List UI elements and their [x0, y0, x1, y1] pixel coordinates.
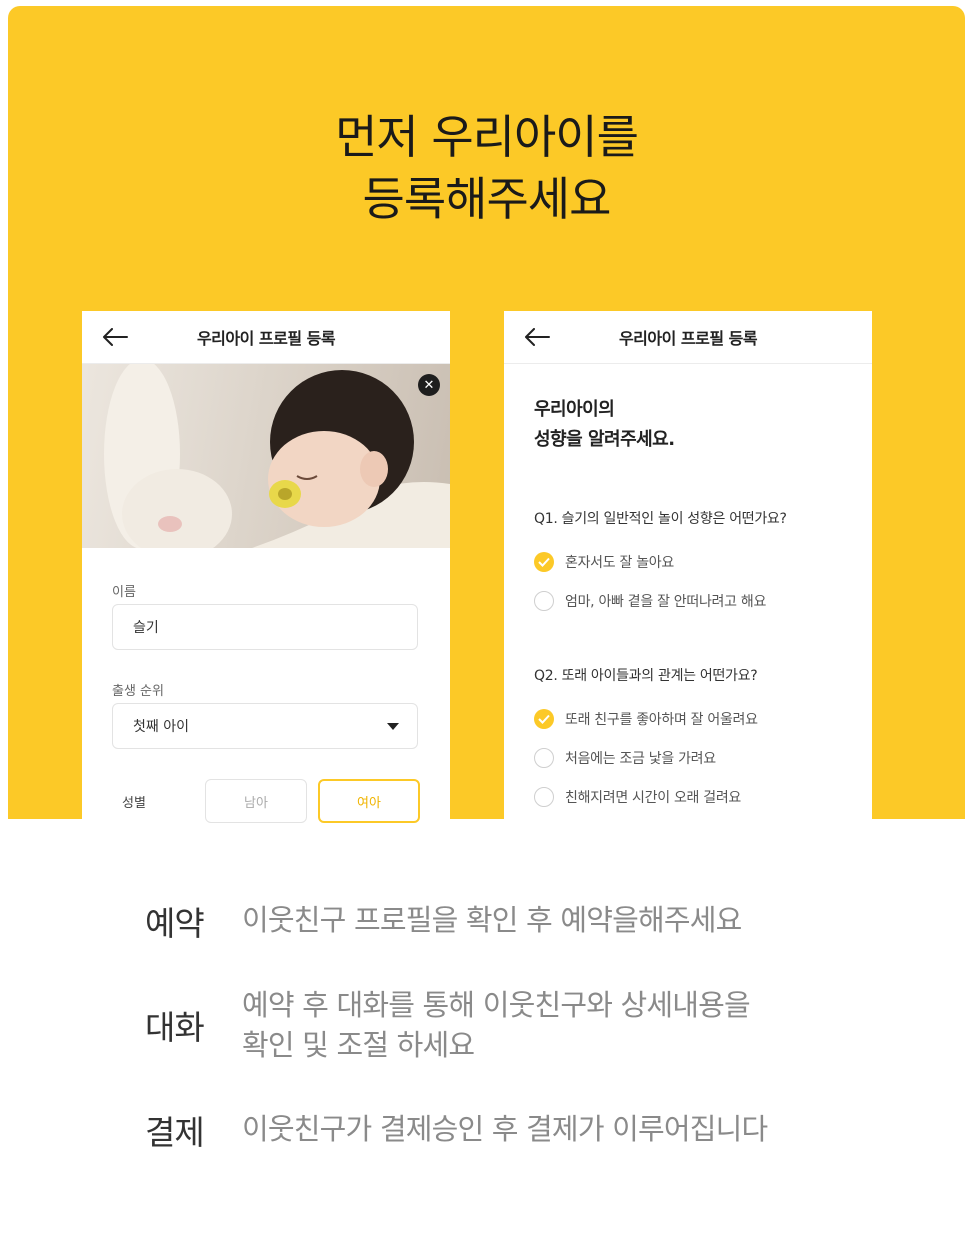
- q2-option-2[interactable]: 처음에는 조금 낯을 가려요: [534, 748, 716, 768]
- step-description-line-1: 이웃친구 프로필을 확인 후 예약을해주세요: [242, 903, 742, 937]
- q2-option-1[interactable]: 또래 친구를 좋아하며 잘 어울려요: [534, 709, 758, 729]
- option-label: 처음에는 조금 낯을 가려요: [565, 751, 716, 767]
- step-key: 대화: [145, 1008, 205, 1047]
- step-description-line-1: 예약 후 대화를 통해 이웃친구와 상세내용을: [242, 988, 751, 1022]
- radio-empty-icon: [534, 591, 554, 611]
- headline-line-2: 등록해주세요: [362, 172, 612, 226]
- name-input[interactable]: 슬기: [112, 604, 418, 650]
- chevron-down-icon: [387, 723, 399, 730]
- question-2: Q2. 또래 아이들과의 관계는 어떤가요?: [534, 668, 758, 684]
- step-key: 결제: [145, 1113, 205, 1152]
- app-title: 우리아이 프로필 등록: [196, 329, 336, 348]
- profile-screen: 우리아이 프로필 등록 ✕ 이름 슬기 출생 순위 첫째 아이 성별 남아 여아: [82, 311, 450, 831]
- option-label: 혼자서도 잘 놀아요: [565, 555, 674, 571]
- headline-line-1: 먼저 우리아이를: [335, 110, 639, 164]
- step-payment: 결제 이웃친구가 결제승인 후 결제가 이루어집니다: [145, 1106, 768, 1154]
- q1-option-2[interactable]: 엄마, 아빠 곁을 잘 안떠나려고 해요: [534, 591, 766, 611]
- step-description-line-1: 이웃친구가 결제승인 후 결제가 이루어집니다: [242, 1112, 768, 1146]
- option-label: 친해지려면 시간이 오래 걸려요: [565, 790, 741, 806]
- sleeping-baby-image: [104, 364, 450, 548]
- app-header: 우리아이 프로필 등록: [504, 311, 872, 364]
- step-description: 이웃친구가 결제승인 후 결제가 이루어집니다: [242, 1106, 768, 1154]
- option-label: 또래 친구를 좋아하며 잘 어울려요: [565, 712, 758, 728]
- personality-screen: 우리아이 프로필 등록 우리아이의 성향을 알려주세요. Q1. 슬기의 일반적…: [504, 311, 872, 831]
- step-reservation: 예약 이웃친구 프로필을 확인 후 예약을해주세요: [145, 897, 742, 945]
- heading-line-1: 우리아이의: [534, 399, 615, 420]
- birth-order-label: 출생 순위: [112, 684, 164, 699]
- arrow-left-icon: [103, 328, 128, 346]
- step-chat: 대화 예약 후 대화를 통해 이웃친구와 상세내용을 확인 및 조절 하세요: [145, 985, 751, 1065]
- back-button[interactable]: [522, 324, 552, 350]
- arrow-left-icon: [525, 328, 550, 346]
- radio-empty-icon: [534, 748, 554, 768]
- step-description-line-2: 확인 및 조절 하세요: [242, 1028, 475, 1062]
- step-description: 이웃친구 프로필을 확인 후 예약을해주세요: [242, 897, 742, 945]
- q2-option-3[interactable]: 친해지려면 시간이 오래 걸려요: [534, 787, 741, 807]
- app-header: 우리아이 프로필 등록: [82, 311, 450, 364]
- gender-label: 성별: [122, 796, 146, 811]
- child-photo: ✕: [82, 364, 450, 548]
- name-input-value: 슬기: [133, 620, 159, 636]
- step-description: 예약 후 대화를 통해 이웃친구와 상세내용을 확인 및 조절 하세요: [242, 985, 751, 1065]
- option-label: 엄마, 아빠 곁을 잘 안떠나려고 해요: [565, 594, 767, 610]
- birth-order-value: 첫째 아이: [133, 719, 189, 735]
- heading-line-2: 성향을 알려주세요.: [534, 429, 675, 450]
- photo-remove-button[interactable]: ✕: [418, 374, 440, 396]
- gender-option-boy[interactable]: 남아: [205, 779, 307, 823]
- question-1: Q1. 슬기의 일반적인 놀이 성향은 어떤가요?: [534, 511, 787, 527]
- questionnaire-heading: 우리아이의 성향을 알려주세요.: [534, 395, 675, 455]
- q1-option-1[interactable]: 혼자서도 잘 놀아요: [534, 552, 674, 572]
- birth-order-select[interactable]: 첫째 아이: [112, 703, 418, 749]
- app-title: 우리아이 프로필 등록: [618, 329, 758, 348]
- close-icon: ✕: [423, 377, 435, 393]
- name-label: 이름: [112, 585, 136, 600]
- radio-empty-icon: [534, 787, 554, 807]
- headline: 먼저 우리아이를 등록해주세요: [8, 106, 965, 230]
- radio-checked-icon: [534, 709, 554, 729]
- step-key: 예약: [145, 904, 205, 943]
- back-button[interactable]: [100, 324, 130, 350]
- steps-section: 예약 이웃친구 프로필을 확인 후 예약을해주세요 대화 예약 후 대화를 통해…: [0, 819, 971, 1239]
- gender-option-girl[interactable]: 여아: [318, 779, 420, 823]
- radio-checked-icon: [534, 552, 554, 572]
